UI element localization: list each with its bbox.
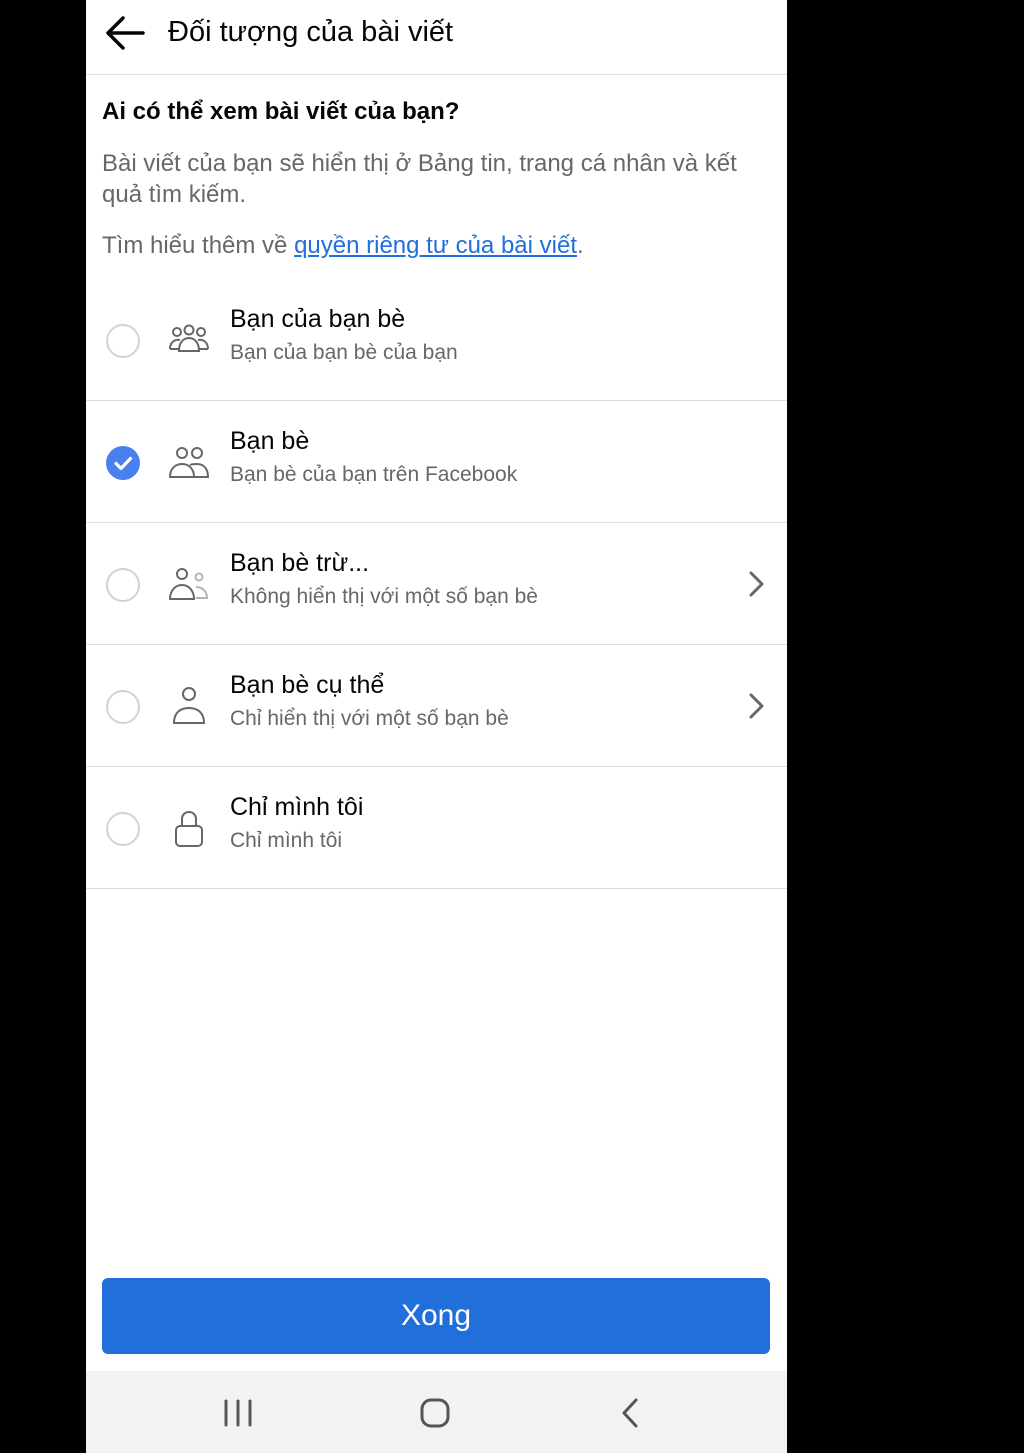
learn-more-suffix: . — [576, 232, 584, 259]
done-button[interactable]: Xong — [102, 1278, 770, 1354]
chevron-right-icon — [749, 571, 764, 597]
person-icon — [172, 687, 206, 724]
system-nav-bar — [86, 1371, 787, 1453]
option-friends-except[interactable]: Bạn bè trừ... Không hiển thị với một số … — [86, 523, 787, 645]
option-subtitle: Chỉ mình tôi — [230, 829, 343, 852]
option-title: Chỉ mình tôi — [230, 793, 364, 821]
radio-button[interactable] — [106, 324, 140, 358]
radio-button-checked[interactable] — [106, 446, 140, 480]
back-button[interactable] — [100, 10, 150, 56]
option-subtitle: Bạn của bạn bè của bạn — [230, 341, 458, 364]
radio-button[interactable] — [106, 812, 140, 846]
option-friends[interactable]: Bạn bè Bạn bè của bạn trên Facebook — [86, 401, 787, 523]
lock-icon — [175, 810, 203, 847]
friends-icon — [168, 447, 210, 478]
radio-button[interactable] — [106, 568, 140, 602]
post-privacy-link[interactable]: quyền riêng tư của bài viết — [294, 232, 577, 259]
option-subtitle: Chỉ hiển thị với một số bạn bè — [230, 707, 509, 730]
top-bar: Đối tượng của bài viết — [86, 0, 787, 75]
app-screen: Đối tượng của bài viết Ai có thể xem bài… — [86, 0, 787, 1453]
friends-except-icon — [168, 568, 209, 600]
option-title: Bạn của bạn bè — [230, 305, 406, 333]
option-title: Bạn bè cụ thể — [230, 671, 385, 699]
learn-more-prefix: Tìm hiểu thêm về — [102, 232, 295, 259]
checkmark-icon — [114, 456, 133, 471]
arrow-left-icon — [106, 16, 145, 50]
chevron-right-icon — [749, 693, 764, 719]
option-title: Bạn bè — [230, 427, 310, 455]
learn-more-text: Tìm hiểu thêm về quyền riêng tư của bài … — [102, 230, 584, 262]
friends-of-friends-icon — [169, 324, 209, 352]
radio-button[interactable] — [106, 690, 140, 724]
option-only-me[interactable]: Chỉ mình tôi Chỉ mình tôi — [86, 767, 787, 889]
option-title: Bạn bè trừ... — [230, 549, 370, 577]
recent-apps-icon[interactable] — [218, 1393, 258, 1433]
back-icon[interactable] — [611, 1393, 651, 1433]
audience-question: Ai có thể xem bài viết của bạn? — [102, 98, 460, 125]
page-title: Đối tượng của bài viết — [168, 16, 454, 48]
option-subtitle: Không hiển thị với một số bạn bè — [230, 585, 538, 608]
audience-description: Bài viết của bạn sẽ hiển thị ở Bảng tin,… — [102, 150, 737, 208]
option-friends-of-friends[interactable]: Bạn của bạn bè Bạn của bạn bè của bạn — [86, 279, 787, 401]
option-subtitle: Bạn bè của bạn trên Facebook — [230, 463, 518, 486]
option-specific-friends[interactable]: Bạn bè cụ thể Chỉ hiển thị với một số bạ… — [86, 645, 787, 767]
home-icon[interactable] — [415, 1393, 455, 1433]
